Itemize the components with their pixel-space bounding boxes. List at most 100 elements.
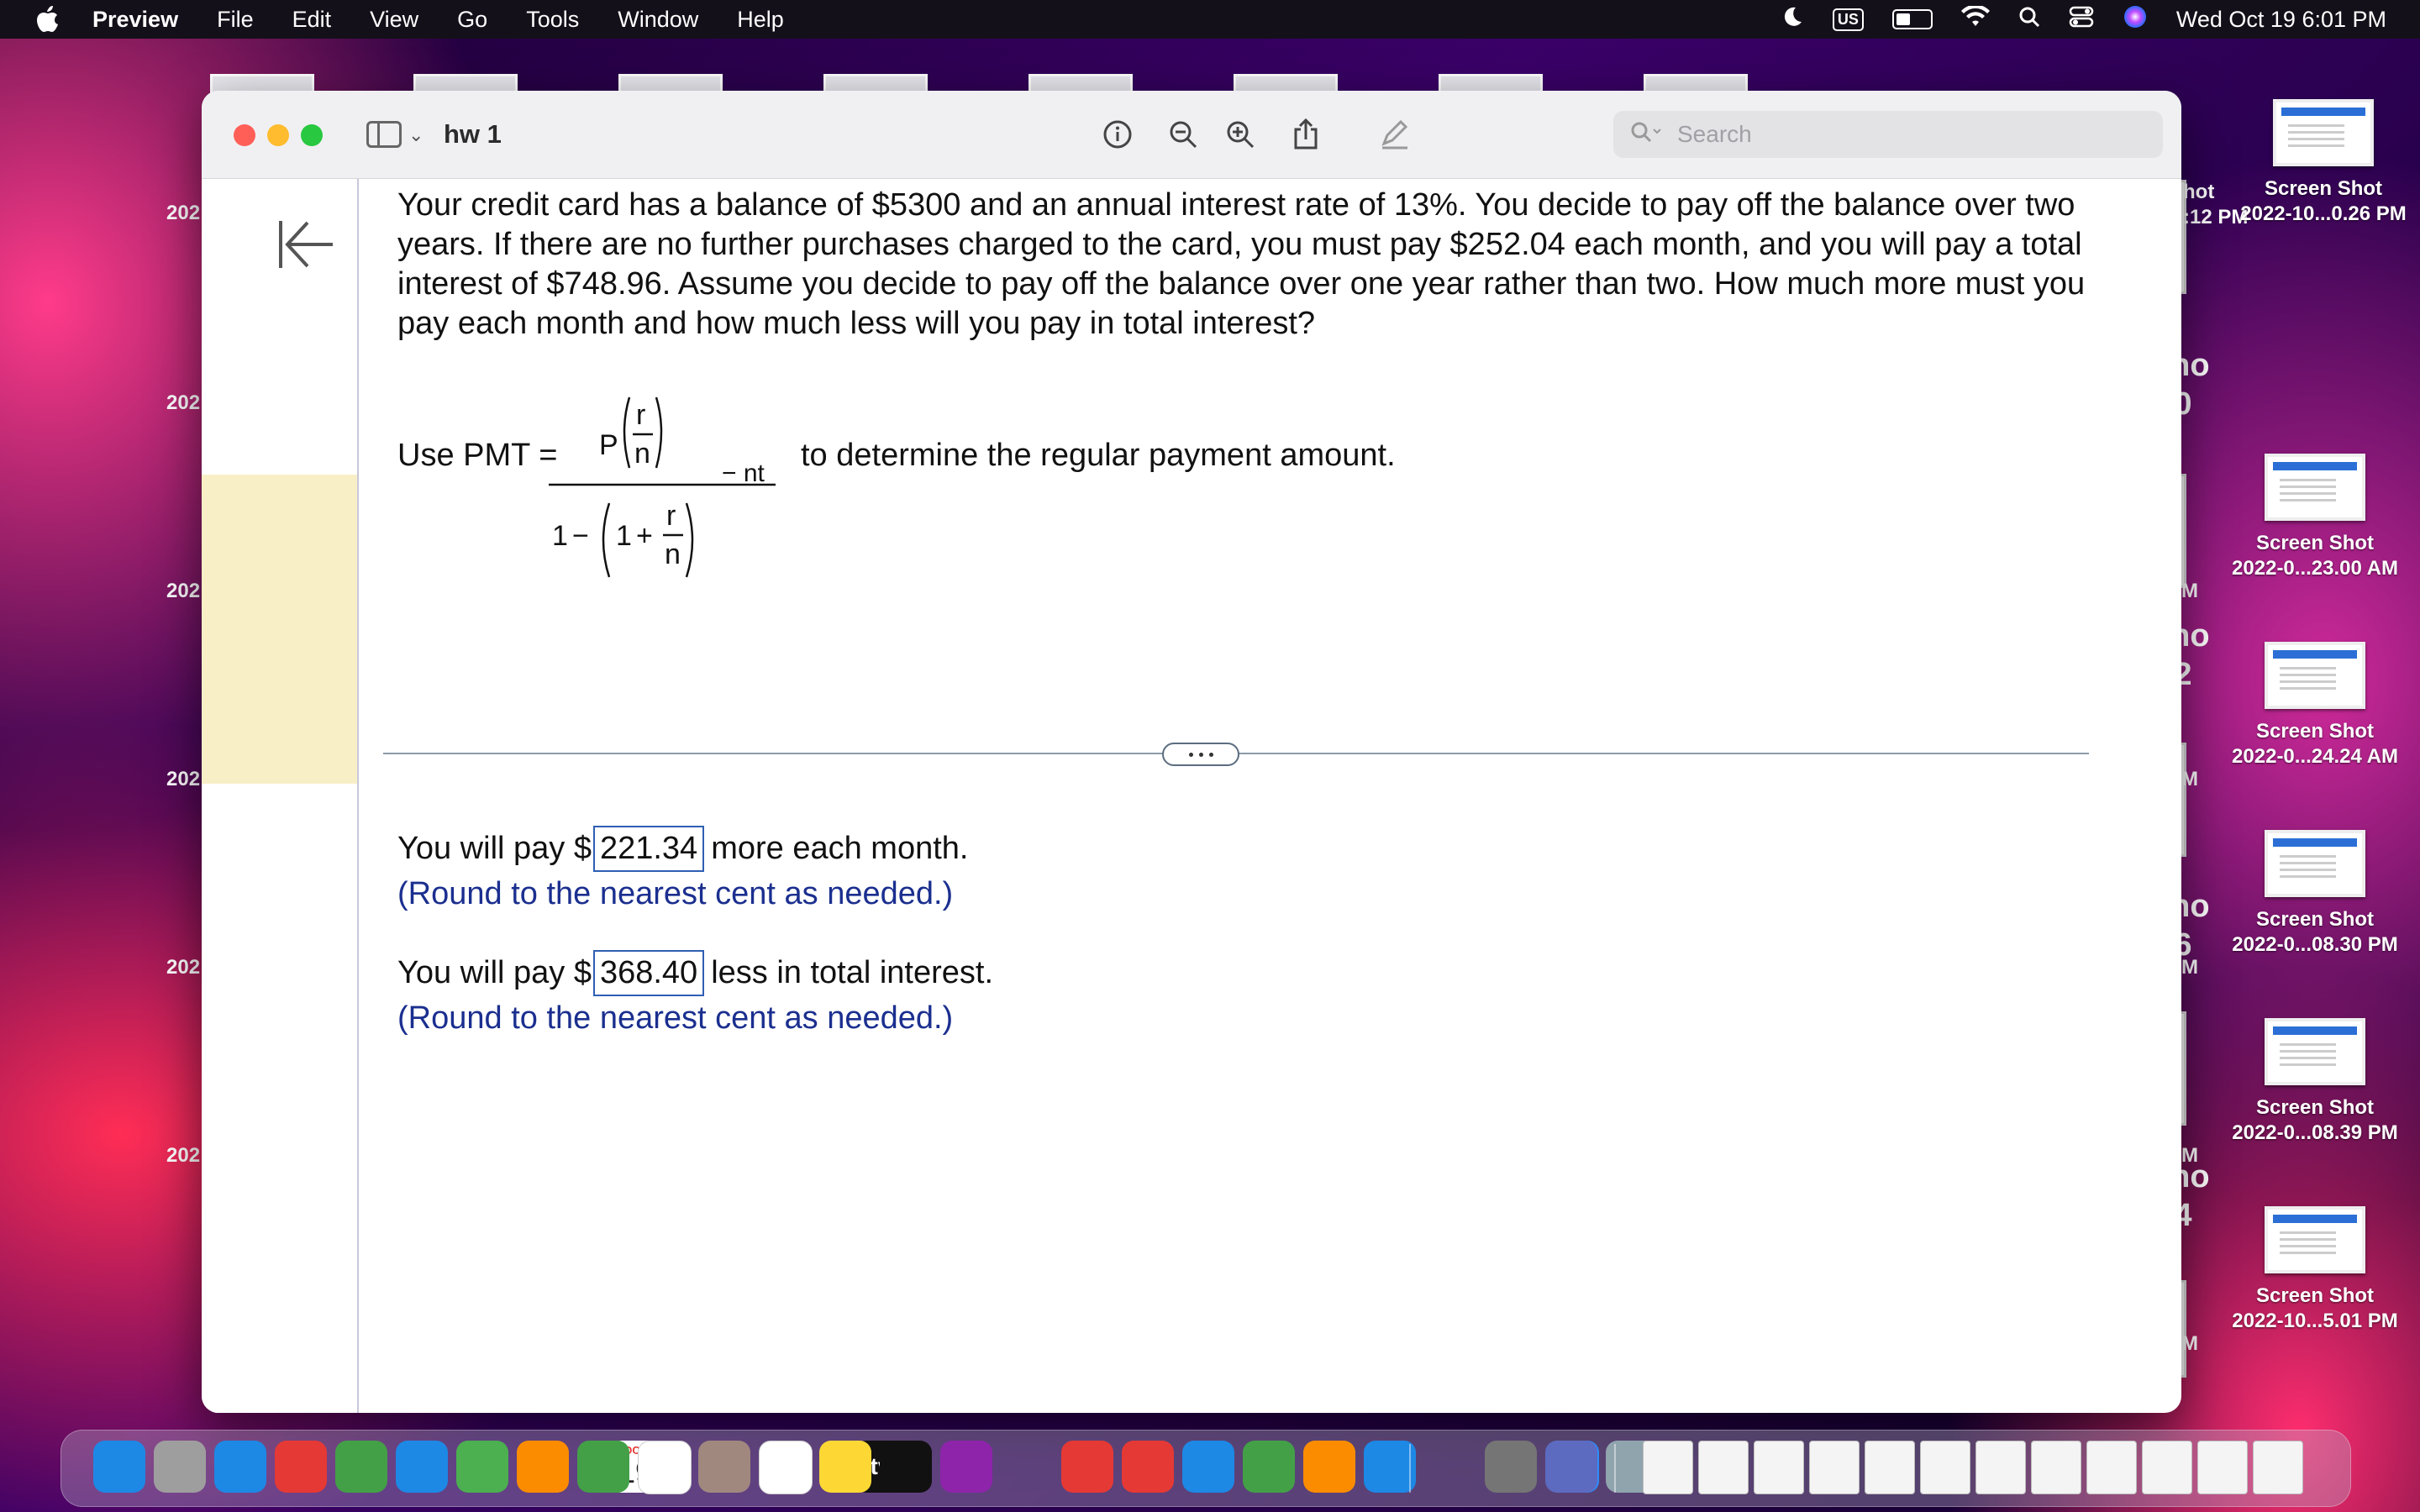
- formula-r: r: [636, 399, 645, 431]
- desktop-file-screenshot[interactable]: Screen Shot 2022-0...08.39 PM: [2210, 1018, 2420, 1146]
- dock-app-icon[interactable]: [698, 1441, 750, 1493]
- dock-document-thumbnail[interactable]: [1643, 1441, 1693, 1494]
- share-icon[interactable]: [1289, 118, 1323, 151]
- dock-app-icon[interactable]: [819, 1441, 871, 1493]
- dock-app-icon[interactable]: [940, 1441, 992, 1493]
- desktop-label-partial: 202: [166, 580, 201, 602]
- desktop-label-partial: 202: [166, 956, 201, 979]
- sidebar-toggle-icon[interactable]: [366, 121, 402, 148]
- answer-monthly-prefix: You will pay $: [397, 831, 592, 866]
- dock-document-thumbnail[interactable]: [2086, 1441, 2137, 1494]
- dock-app-icon[interactable]: [1545, 1441, 1597, 1493]
- menu-tools[interactable]: Tools: [526, 7, 579, 33]
- minimize-button[interactable]: [267, 124, 289, 146]
- dock-app-icon[interactable]: [396, 1441, 448, 1493]
- dock-app-icon[interactable]: [759, 1441, 813, 1494]
- spotlight-icon[interactable]: [2018, 6, 2040, 34]
- menu-bar: Preview File Edit View Go Tools Window H…: [0, 0, 2420, 39]
- dock-document-thumbnail[interactable]: [2142, 1441, 2192, 1494]
- desktop-file-screenshot[interactable]: Screen Shot 2022-0...24.24 AM: [2210, 642, 2420, 769]
- formula-one-inner: 1: [616, 520, 632, 552]
- zoom-in-icon[interactable]: [1223, 118, 1257, 151]
- formula-suffix: to determine the regular payment amount.: [801, 438, 1396, 473]
- menu-view[interactable]: View: [370, 7, 418, 33]
- battery-icon[interactable]: [1891, 9, 1933, 29]
- dock-app-icon[interactable]: [577, 1441, 629, 1493]
- dock-app-icon[interactable]: [517, 1441, 569, 1493]
- question-text: Your credit card has a balance of $5300 …: [397, 187, 2086, 341]
- moon-icon[interactable]: [1781, 5, 1804, 34]
- expand-more-button[interactable]: [1162, 743, 1239, 766]
- formula-one: 1: [552, 520, 568, 552]
- answer-interest-input[interactable]: 368.40: [592, 950, 705, 996]
- dock-document-thumbnail[interactable]: [2031, 1441, 2081, 1494]
- input-source-badge[interactable]: US: [1832, 8, 1864, 31]
- formula-n-inner: n: [665, 538, 681, 570]
- dock-document-thumbnail[interactable]: [1754, 1441, 1804, 1494]
- dock-document-thumbnail[interactable]: [1865, 1441, 1915, 1494]
- menu-app-name[interactable]: Preview: [92, 7, 178, 33]
- search-input[interactable]: [1676, 120, 2099, 149]
- dock-app-icon[interactable]: [880, 1441, 932, 1493]
- dock-app-icon[interactable]: [335, 1441, 387, 1493]
- menu-go[interactable]: Go: [457, 7, 487, 33]
- desktop-label-partial: M: [2181, 1144, 2198, 1167]
- zoom-button[interactable]: [301, 124, 323, 146]
- apple-icon[interactable]: [30, 3, 64, 36]
- answer-monthly: You will pay $ 221.34 more each month.: [397, 826, 968, 872]
- menu-help[interactable]: Help: [737, 7, 784, 33]
- desktop-file-screenshot[interactable]: Screen Shot 2022-10...0.26 PM: [2227, 99, 2420, 227]
- dock-app-icon[interactable]: [154, 1441, 206, 1493]
- file-thumbnail: [2265, 642, 2365, 709]
- formula-exponent: − nt: [722, 459, 765, 487]
- desktop-label-partial: M: [2181, 580, 2198, 602]
- chevron-down-icon[interactable]: ⌄: [408, 124, 424, 146]
- answer-monthly-input[interactable]: 221.34: [592, 826, 705, 872]
- dock-app-icon[interactable]: [1243, 1441, 1295, 1493]
- dock-app-icon[interactable]: [1061, 1441, 1113, 1493]
- dock-document-thumbnail[interactable]: [2197, 1441, 2248, 1494]
- zoom-out-icon[interactable]: [1166, 118, 1200, 151]
- siri-icon[interactable]: [2123, 4, 2148, 35]
- document-content: Your credit card has a balance of $5300 …: [202, 179, 2114, 1413]
- dock-document-thumbnail[interactable]: [2253, 1441, 2303, 1494]
- dock-document-thumbnail[interactable]: [1809, 1441, 1860, 1494]
- desktop-label-partial: 202: [166, 391, 201, 414]
- wifi-icon[interactable]: [1960, 3, 1990, 34]
- menu-file[interactable]: File: [217, 7, 254, 33]
- file-thumbnail: [2265, 454, 2365, 521]
- preview-window: ⌄ hw 1 Search Your credit card has a bal…: [202, 91, 2181, 1413]
- file-thumbnail: [2265, 830, 2365, 897]
- desktop-label-partial: 202: [166, 202, 201, 224]
- desktop-label-partial: M: [2181, 1332, 2198, 1355]
- dock-app-icon[interactable]: [1303, 1441, 1355, 1493]
- desktop-file-screenshot[interactable]: Screen Shot 2022-10...5.01 PM: [2210, 1206, 2420, 1334]
- dock-app-icon[interactable]: [214, 1441, 266, 1493]
- dock-document-thumbnail[interactable]: [1975, 1441, 2026, 1494]
- dock-app-icon[interactable]: [275, 1441, 327, 1493]
- info-icon[interactable]: [1101, 118, 1134, 151]
- dock-app-icon[interactable]: [456, 1441, 508, 1493]
- close-button[interactable]: [234, 124, 255, 146]
- control-center-icon[interactable]: [2069, 6, 2094, 34]
- dock-app-icon[interactable]: [93, 1441, 145, 1493]
- desktop-label-partial: 202: [166, 768, 201, 790]
- collapse-arrow-icon[interactable]: [274, 211, 341, 278]
- search-field[interactable]: [1613, 111, 2163, 158]
- markup-pen-icon[interactable]: [1378, 118, 1412, 151]
- dock-app-icon[interactable]: [638, 1441, 692, 1494]
- menu-edit[interactable]: Edit: [292, 7, 332, 33]
- dock-document-thumbnail[interactable]: [1920, 1441, 1970, 1494]
- dock-document-thumbnail[interactable]: [1698, 1441, 1749, 1494]
- menu-window[interactable]: Window: [618, 7, 698, 33]
- dock-separator: [1409, 1444, 1411, 1493]
- desktop-file-screenshot[interactable]: Screen Shot 2022-0...23.00 AM: [2210, 454, 2420, 581]
- menu-clock[interactable]: Wed Oct 19 6:01 PM: [2176, 7, 2386, 33]
- dock-app-icon[interactable]: [1122, 1441, 1174, 1493]
- dock-app-icon[interactable]: [1364, 1441, 1416, 1493]
- dock-app-icon[interactable]: [1485, 1441, 1537, 1493]
- desktop-file-screenshot[interactable]: Screen Shot 2022-0...08.30 PM: [2210, 830, 2420, 958]
- answer-monthly-suffix: more each month.: [711, 831, 969, 866]
- desktop-label-partial: M: [2181, 956, 2198, 979]
- dock-app-icon[interactable]: [1182, 1441, 1234, 1493]
